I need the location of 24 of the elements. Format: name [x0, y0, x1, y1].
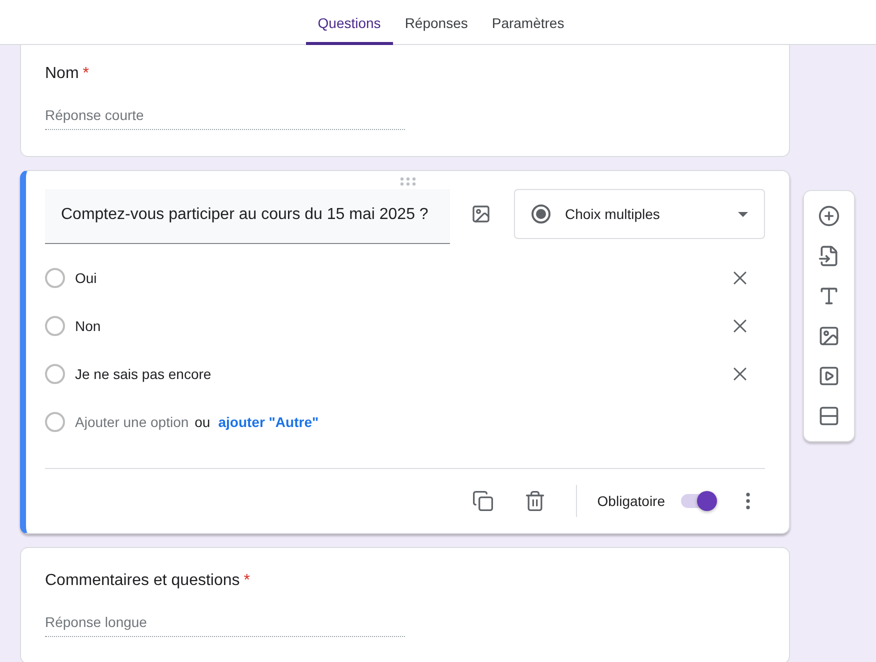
answer-field: Réponse longue	[45, 614, 405, 637]
tab[interactable]: Paramètres	[480, 0, 576, 45]
question-title: Commentaires et questions *	[45, 572, 251, 590]
option-label[interactable]: Non	[75, 318, 101, 334]
option-label[interactable]: Oui	[75, 270, 97, 286]
required-asterisk: *	[82, 65, 90, 82]
radio-button[interactable]	[45, 316, 65, 336]
question-type-dropdown[interactable]: Choix multiples	[514, 189, 765, 239]
or-label: ou	[194, 414, 210, 430]
add-option-field[interactable]: Ajouter une option	[75, 414, 189, 430]
question-title-field[interactable]: Comptez-vous participer au cours du 15 mai 2025 ?	[45, 189, 450, 244]
question-title: Nom *	[45, 65, 90, 83]
required-label: Obligatoire	[597, 493, 665, 509]
add-other-link[interactable]: ajouter "Autre"	[218, 414, 319, 430]
tab[interactable]: Réponses	[392, 0, 480, 45]
required-toggle[interactable]	[681, 494, 717, 508]
radio-selected-icon	[531, 204, 551, 224]
drag-handle-icon[interactable]	[400, 177, 416, 186]
answer-field: Réponse courte	[45, 107, 405, 130]
radio-button[interactable]	[45, 364, 65, 384]
dropdown-caret-icon	[738, 212, 748, 216]
required-asterisk: *	[244, 572, 250, 589]
radio-button[interactable]	[45, 268, 65, 288]
option-label[interactable]: Je ne sais pas encore	[75, 366, 212, 382]
